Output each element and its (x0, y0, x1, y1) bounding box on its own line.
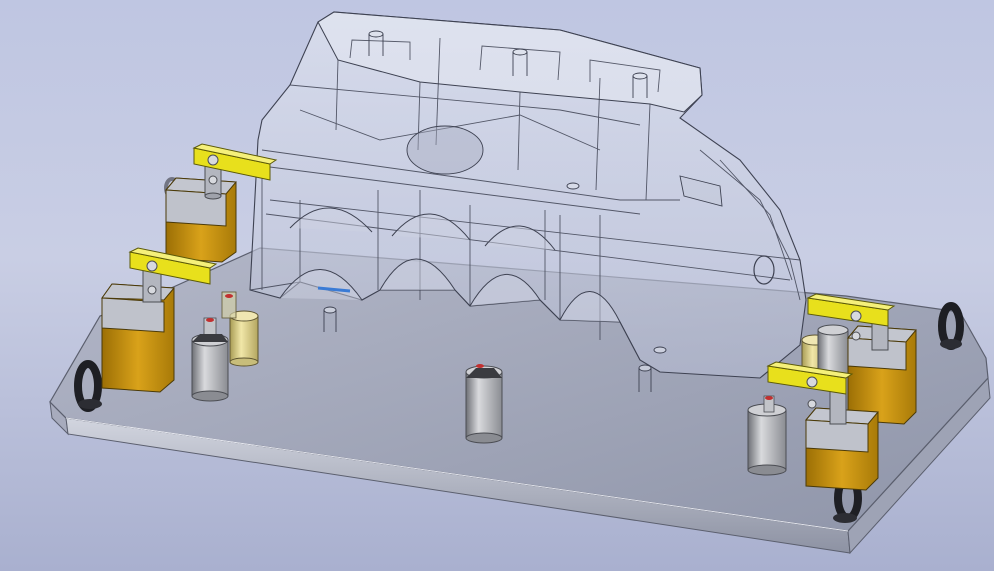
locating-pin-right-1[interactable] (747, 395, 787, 476)
fixture-model[interactable] (0, 0, 994, 571)
locating-pin-center[interactable] (465, 364, 503, 444)
cad-viewport[interactable] (0, 0, 994, 571)
locating-pin-right-2[interactable] (817, 324, 849, 375)
